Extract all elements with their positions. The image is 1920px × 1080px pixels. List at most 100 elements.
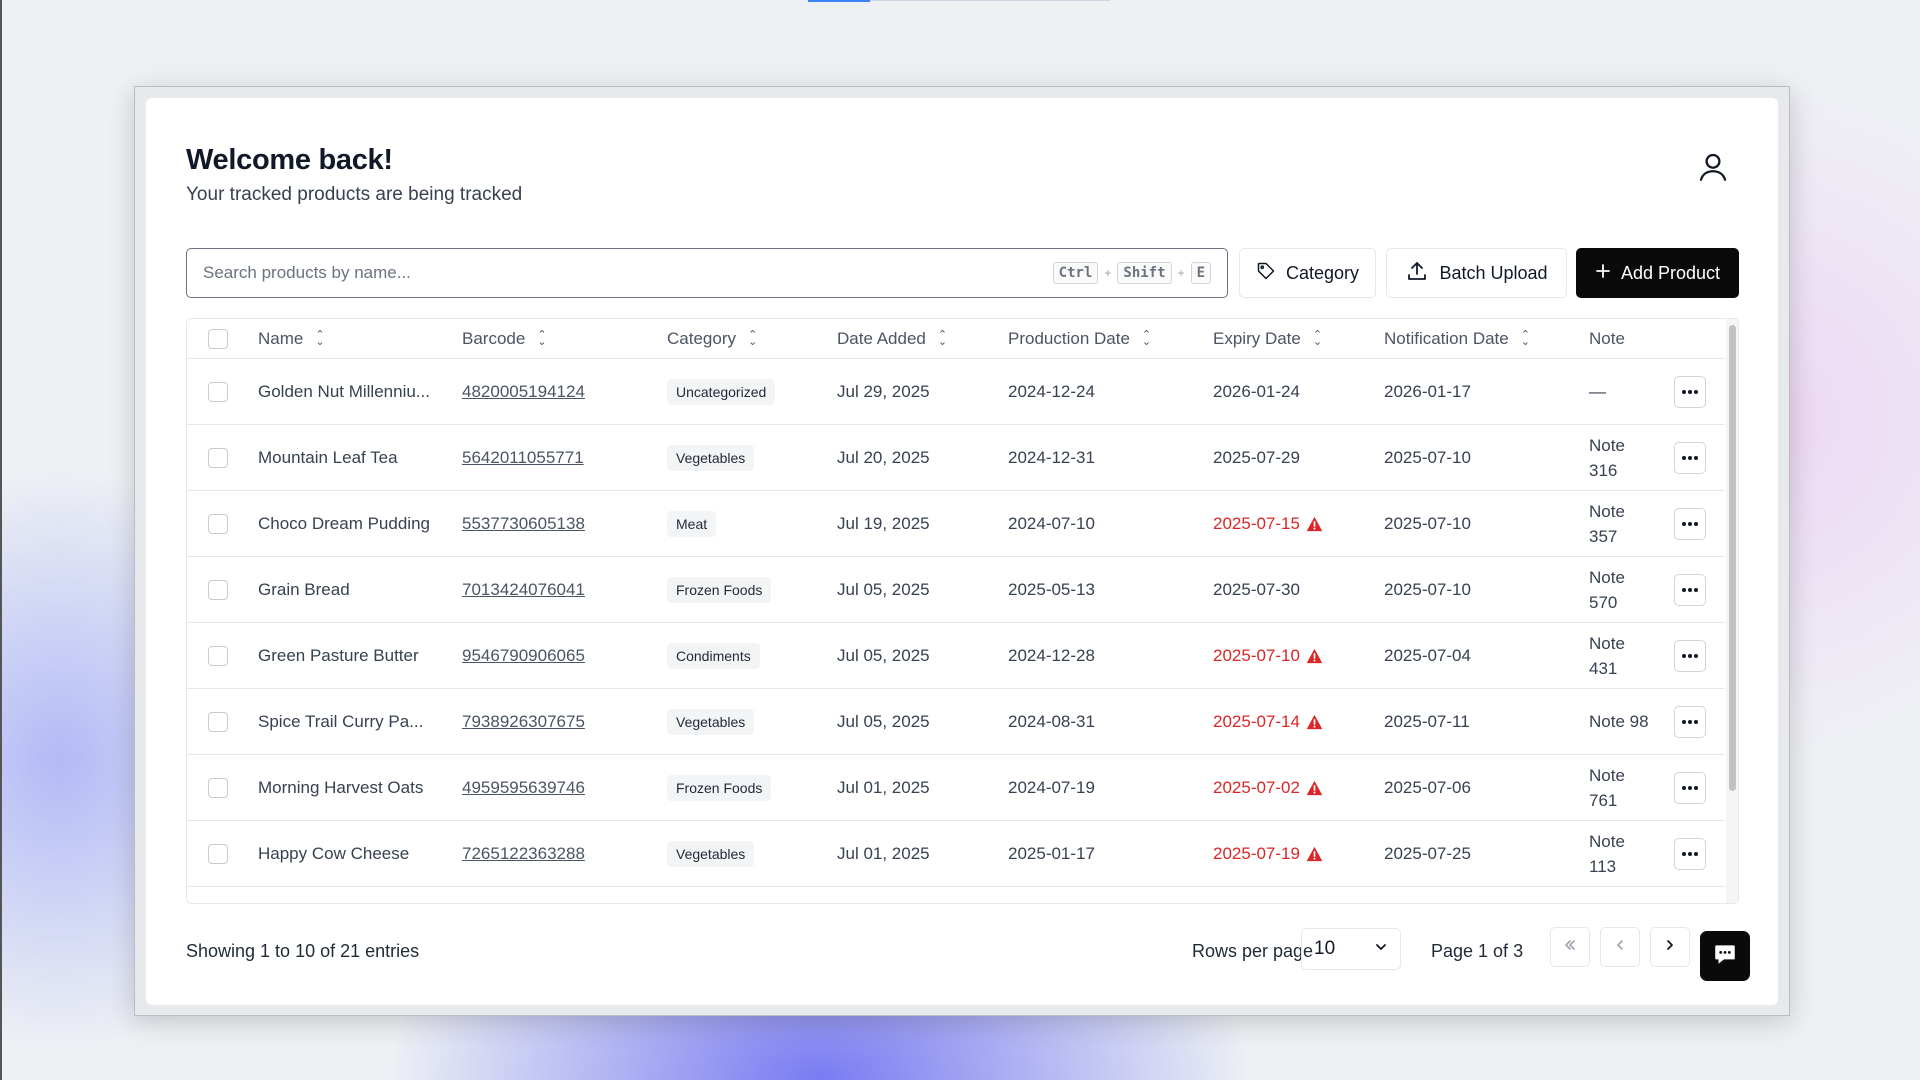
row-actions-cell [1674,425,1706,490]
column-header-barcode[interactable]: Barcode ⌃ ⌄ [462,319,547,358]
more-horizontal-icon [1681,785,1699,791]
category-badge: Frozen Foods [667,774,772,801]
column-header-date-added[interactable]: Date Added ⌃ ⌄ [837,319,947,358]
column-header-notification-date[interactable]: Notification Date ⌃ ⌄ [1384,319,1530,358]
column-header-note: Note [1589,319,1649,358]
production-date: 2024-08-31 [1008,711,1095,731]
window-edge [0,0,2,1080]
production-date: 2024-12-28 [1008,645,1095,665]
shortcut-plus: + [1104,266,1112,280]
table-row[interactable]: Happy Cow Cheese 7265122363288 Vegetables J… [187,821,1725,887]
barcode-link[interactable]: 7938926307675 [462,712,585,732]
barcode-link[interactable]: 5642011055771 [462,448,584,468]
table-row[interactable]: Golden Nut Millenniu... 4820005194124 Unca… [187,359,1725,425]
row-checkbox[interactable] [208,711,228,732]
barcode-link[interactable]: 7013424076041 [462,580,585,600]
category-cell: Condiments [667,623,760,688]
column-header-category[interactable]: Category ⌃ ⌄ [667,319,757,358]
more-actions-button[interactable] [1674,573,1706,606]
row-checkbox[interactable] [208,381,228,402]
more-actions-button[interactable] [1674,771,1706,804]
table-row[interactable]: Morning Harvest Oats 4959595639746 Frozen … [187,755,1725,821]
top-tab-line [870,0,1110,1]
barcode-cell: 7265122363288 [462,821,585,886]
expiry-date: 2025-07-14 [1213,712,1323,732]
more-actions-button[interactable] [1674,375,1706,408]
production-date: 2025-01-17 [1008,843,1095,863]
row-checkbox[interactable] [208,777,228,798]
keyboard-shortcut-hint: Ctrl + Shift + E [1052,262,1211,284]
notification-date: 2025-07-10 [1384,447,1471,467]
more-actions-button[interactable] [1674,441,1706,474]
column-header-production-date[interactable]: Production Date ⌃ ⌄ [1008,319,1151,358]
shortcut-key-shift: Shift [1117,262,1172,284]
select-all-checkbox[interactable] [208,328,228,349]
column-header-name[interactable]: Name ⌃ ⌄ [258,319,438,358]
expiry-date: 2025-07-02 [1213,778,1323,798]
table-scrollbar-thumb[interactable] [1729,325,1736,791]
category-filter-button[interactable]: Category [1239,248,1376,298]
date-added: Jul 19, 2025 [837,513,930,533]
chat-button[interactable] [1700,931,1750,981]
row-checkbox[interactable] [208,645,228,666]
entries-summary: Showing 1 to 10 of 21 entries [186,941,420,961]
search-box[interactable]: Ctrl + Shift + E [186,248,1228,298]
more-actions-button[interactable] [1674,837,1706,870]
note: Note 431 [1589,633,1625,678]
row-actions-cell [1674,755,1706,820]
next-page-button[interactable] [1650,927,1690,967]
product-name: Happy Cow Cheese [258,844,410,863]
table-row[interactable]: Green Pasture Butter 9546790906065 Condime… [187,623,1725,689]
notification-date: 2025-07-25 [1384,843,1471,863]
barcode-link[interactable]: 4959595639746 [462,778,585,798]
first-page-button[interactable] [1550,927,1590,967]
category-cell: Vegetables [667,689,755,754]
sort-icon: ⌃ ⌄ [747,328,758,348]
rows-per-page-select[interactable]: 10 [1301,928,1401,970]
expiry-date-cell: 2025-07-02 [1213,755,1323,820]
chevron-right-icon [1662,937,1678,958]
note: Note 316 [1589,435,1625,480]
more-horizontal-icon [1681,653,1699,659]
barcode-link[interactable]: 5537730605138 [462,514,585,534]
more-actions-button[interactable] [1674,507,1706,540]
row-checkbox[interactable] [208,447,228,468]
barcode-link[interactable]: 7265122363288 [462,844,585,864]
previous-page-button[interactable] [1600,927,1640,967]
more-horizontal-icon [1681,719,1699,725]
row-actions-cell [1674,491,1706,556]
row-checkbox[interactable] [208,513,228,534]
warning-icon [1306,846,1323,862]
row-select-cell [208,755,228,820]
add-product-button[interactable]: Add Product [1576,248,1739,298]
row-actions-cell [1674,689,1706,754]
notification-date: 2025-07-04 [1384,645,1471,665]
rows-per-page-value: 10 [1314,938,1336,959]
table-row[interactable]: Grain Bread 7013424076041 Frozen Foods Jul … [187,557,1725,623]
sort-icon: ⌃ ⌄ [1312,328,1323,348]
barcode-link[interactable]: 9546790906065 [462,646,585,666]
expiry-date-text: 2025-07-14 [1213,711,1300,731]
chevron-left-icon [1612,937,1628,958]
column-header-label: Date Added [837,328,926,348]
user-icon[interactable] [1696,150,1730,184]
notification-date: 2025-07-10 [1384,579,1471,599]
note: Note 98 [1589,712,1649,731]
barcode-link[interactable]: 4820005194124 [462,382,585,402]
product-name: Green Pasture Butter [258,646,419,665]
batch-upload-button[interactable]: Batch Upload [1386,248,1567,298]
barcode-cell: 5537730605138 [462,491,585,556]
row-checkbox[interactable] [208,579,228,600]
date-added: Jul 05, 2025 [837,711,930,731]
row-actions-cell [1674,623,1706,688]
more-actions-button[interactable] [1674,639,1706,672]
date-added: Jul 29, 2025 [837,381,930,401]
search-input[interactable] [203,263,1053,283]
column-header-expiry-date[interactable]: Expiry Date ⌃ ⌄ [1213,319,1322,358]
more-actions-button[interactable] [1674,705,1706,738]
table-row[interactable]: Mountain Leaf Tea 5642011055771 Vegetables… [187,425,1725,491]
row-checkbox[interactable] [208,843,228,864]
table-row[interactable]: Choco Dream Pudding 5537730605138 Meat Jul … [187,491,1725,557]
table-row[interactable]: Spice Trail Curry Pa... 7938926307675 Vege… [187,689,1725,755]
expiry-date-text: 2026-01-24 [1213,381,1300,401]
